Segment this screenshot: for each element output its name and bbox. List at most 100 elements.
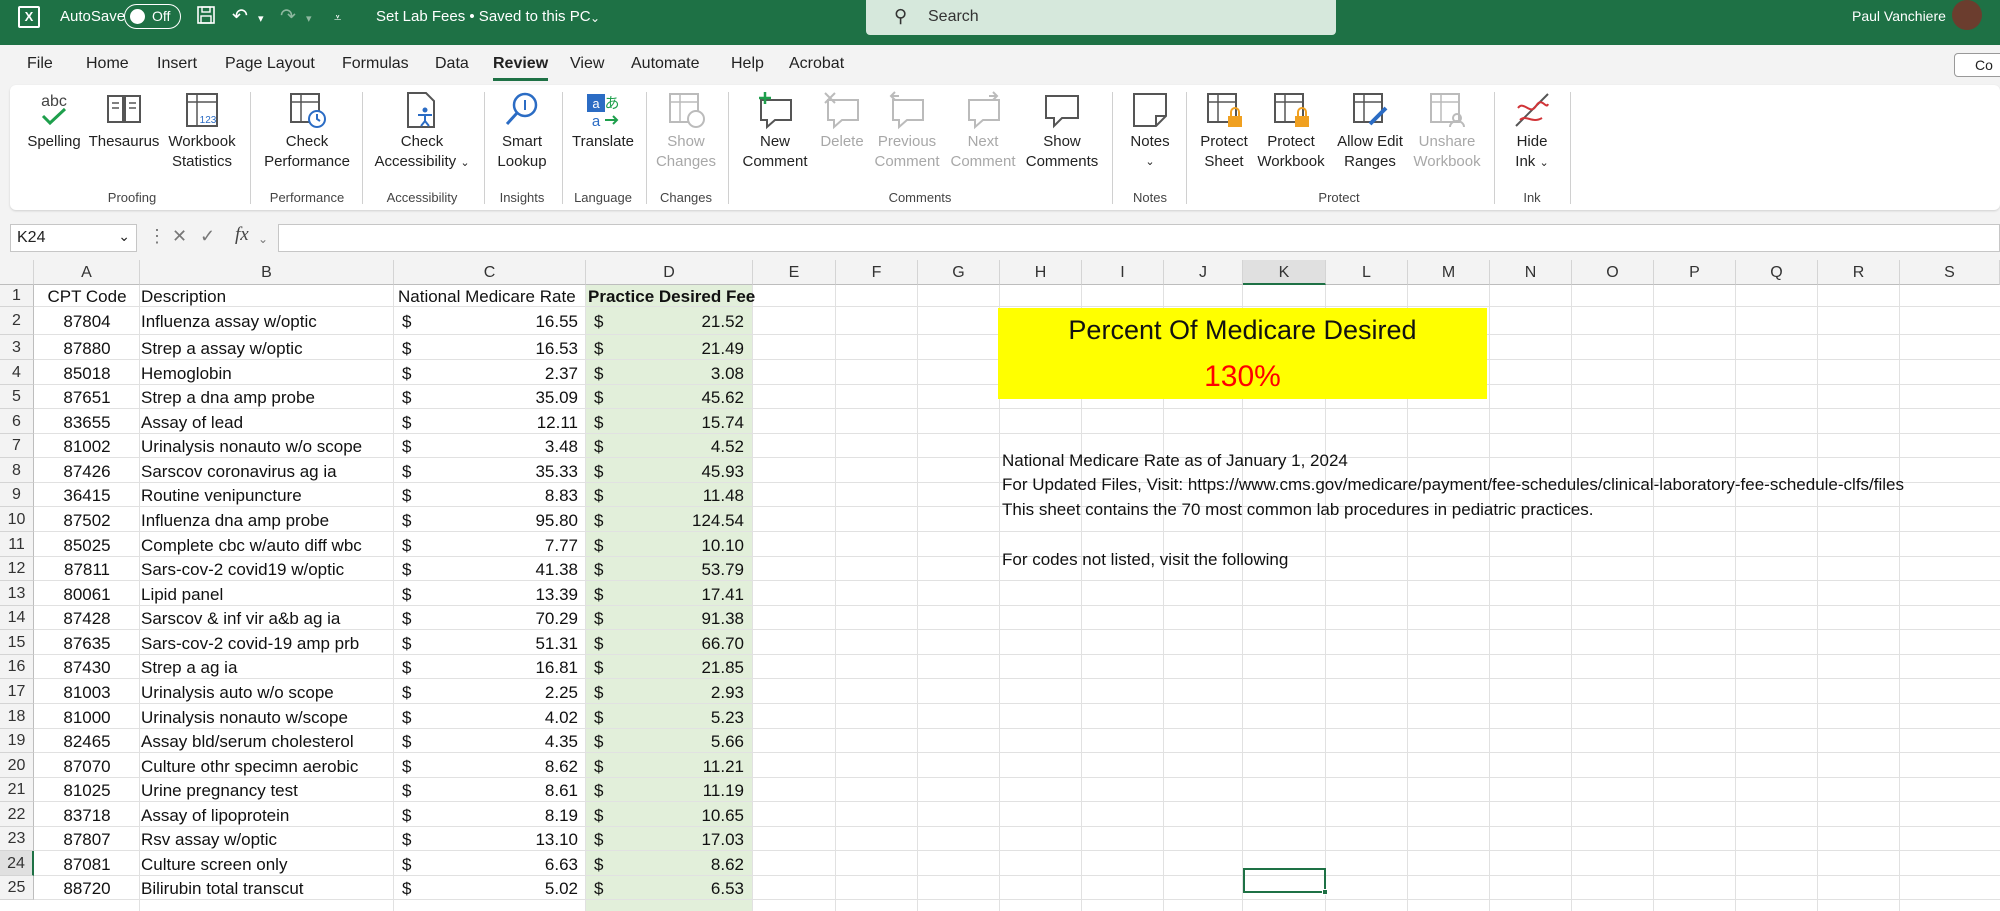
cell-rate-currency[interactable]: $ xyxy=(402,708,411,728)
column-header-a[interactable]: A xyxy=(34,260,140,285)
row-header-14[interactable]: 14 xyxy=(0,606,34,630)
cell-cpt-code[interactable]: 83718 xyxy=(34,806,140,826)
avatar[interactable] xyxy=(1952,0,1982,30)
cell-medicare-rate[interactable]: 2.25 xyxy=(420,683,578,703)
cell-cpt-code[interactable]: 87426 xyxy=(34,462,140,482)
cell-fee-currency[interactable]: $ xyxy=(594,683,603,703)
cell-desired-fee[interactable]: 2.93 xyxy=(610,683,744,703)
cell-rate-currency[interactable]: $ xyxy=(402,855,411,875)
cell-cpt-code[interactable]: 81002 xyxy=(34,437,140,457)
cell-description[interactable]: Urinalysis auto w/o scope xyxy=(141,683,334,703)
column-header-i[interactable]: I xyxy=(1082,260,1164,285)
cell-rate-currency[interactable]: $ xyxy=(402,462,411,482)
cell-cpt-code[interactable]: 83655 xyxy=(34,413,140,433)
column-header-g[interactable]: G xyxy=(918,260,1000,285)
row-header-4[interactable]: 4 xyxy=(0,360,34,385)
show-changes-button[interactable]: Show Changes xyxy=(654,90,718,172)
cell-desired-fee[interactable]: 17.03 xyxy=(610,830,744,850)
next-comment-button[interactable]: Next Comment xyxy=(950,90,1016,172)
cell-description[interactable]: Urinalysis nonauto w/o scope xyxy=(141,437,362,457)
cell-rate-currency[interactable]: $ xyxy=(402,634,411,654)
translate-button[interactable]: a あ a Translate xyxy=(570,90,636,152)
cell-description[interactable]: Hemoglobin xyxy=(141,364,232,384)
cell-fee-currency[interactable]: $ xyxy=(594,708,603,728)
cell-medicare-rate[interactable]: 70.29 xyxy=(420,609,578,629)
cell-rate-currency[interactable]: $ xyxy=(402,486,411,506)
cell-medicare-rate[interactable]: 8.61 xyxy=(420,781,578,801)
cell-rate-currency[interactable]: $ xyxy=(402,437,411,457)
cell-description[interactable]: Strep a ag ia xyxy=(141,658,237,678)
show-comments-button[interactable]: Show Comments xyxy=(1022,90,1102,172)
cell-cpt-code[interactable]: 87804 xyxy=(34,312,140,332)
note-codes-not-listed[interactable]: For codes not listed, visit the followin… xyxy=(1002,550,1288,570)
cell-medicare-rate[interactable]: 3.48 xyxy=(420,437,578,457)
cell-fee-currency[interactable]: $ xyxy=(594,560,603,580)
note-updated-files[interactable]: For Updated Files, Visit: https://www.cm… xyxy=(1002,475,1904,495)
cell-cpt-code[interactable]: 87428 xyxy=(34,609,140,629)
row-header-2[interactable]: 2 xyxy=(0,307,34,335)
row-header-3[interactable]: 3 xyxy=(0,335,34,360)
cell-desired-fee[interactable]: 11.21 xyxy=(610,757,744,777)
row-header-9[interactable]: 9 xyxy=(0,483,34,507)
row-header-13[interactable]: 13 xyxy=(0,581,34,606)
header-practice-desired-fee[interactable]: Practice Desired Fee xyxy=(588,287,755,307)
cell-desired-fee[interactable]: 45.93 xyxy=(610,462,744,482)
row-header-11[interactable]: 11 xyxy=(0,532,34,557)
cell-medicare-rate[interactable]: 12.11 xyxy=(420,413,578,433)
cell-rate-currency[interactable]: $ xyxy=(402,560,411,580)
note-rate-date[interactable]: National Medicare Rate as of January 1, … xyxy=(1002,451,1348,471)
cell-rate-currency[interactable]: $ xyxy=(402,536,411,556)
cell-description[interactable]: Assay of lead xyxy=(141,413,243,433)
cell-rate-currency[interactable]: $ xyxy=(402,830,411,850)
cell-desired-fee[interactable]: 53.79 xyxy=(610,560,744,580)
column-header-h[interactable]: H xyxy=(1000,260,1082,285)
row-header-18[interactable]: 18 xyxy=(0,704,34,729)
protect-workbook-button[interactable]: Protect Workbook xyxy=(1254,90,1328,172)
cell-cpt-code[interactable]: 87081 xyxy=(34,855,140,875)
delete-comment-button[interactable]: Delete xyxy=(814,90,870,152)
enter-icon[interactable]: ✓ xyxy=(200,226,215,247)
user-name[interactable]: Paul Vanchiere xyxy=(1852,8,1946,24)
document-title[interactable]: Set Lab Fees • Saved to this PC xyxy=(376,8,591,25)
cell-medicare-rate[interactable]: 4.35 xyxy=(420,732,578,752)
cell-fee-currency[interactable]: $ xyxy=(594,585,603,605)
cell-desired-fee[interactable]: 5.23 xyxy=(610,708,744,728)
unshare-workbook-button[interactable]: Unshare Workbook xyxy=(1410,90,1484,172)
cell-medicare-rate[interactable]: 16.81 xyxy=(420,658,578,678)
cell-rate-currency[interactable]: $ xyxy=(402,658,411,678)
cell-description[interactable]: Routine venipuncture xyxy=(141,486,302,506)
cell-desired-fee[interactable]: 91.38 xyxy=(610,609,744,629)
row-header-6[interactable]: 6 xyxy=(0,409,34,434)
cell-description[interactable]: Urinalysis nonauto w/scope xyxy=(141,708,348,728)
cell-rate-currency[interactable]: $ xyxy=(402,511,411,531)
formula-input[interactable] xyxy=(278,224,2000,252)
cell-cpt-code[interactable]: 87880 xyxy=(34,339,140,359)
cell-rate-currency[interactable]: $ xyxy=(402,806,411,826)
row-header-17[interactable]: 17 xyxy=(0,679,34,704)
tab-file[interactable]: File xyxy=(27,55,53,73)
cell-cpt-code[interactable]: 87635 xyxy=(34,634,140,654)
cell-desired-fee[interactable]: 11.19 xyxy=(610,781,744,801)
tab-insert[interactable]: Insert xyxy=(157,55,197,73)
cell-fee-currency[interactable]: $ xyxy=(594,830,603,850)
tab-automate[interactable]: Automate xyxy=(631,55,699,73)
customize-toolbar-icon[interactable]: ⩡ xyxy=(334,10,341,26)
cell-medicare-rate[interactable]: 8.62 xyxy=(420,757,578,777)
column-header-k[interactable]: K xyxy=(1243,260,1326,285)
fill-handle[interactable] xyxy=(1322,889,1328,895)
tab-home[interactable]: Home xyxy=(86,55,129,73)
column-header-o[interactable]: O xyxy=(1572,260,1654,285)
cell-cpt-code[interactable]: 88720 xyxy=(34,879,140,899)
comments-button[interactable]: Co xyxy=(1954,53,2000,77)
cell-rate-currency[interactable]: $ xyxy=(402,388,411,408)
cell-fee-currency[interactable]: $ xyxy=(594,536,603,556)
spreadsheet-grid[interactable]: ABCDEFGHIJKLMNOPQRS 1 2 3 4 5 6 7 8 9 10 11 12 13 14 1… xyxy=(0,260,2000,911)
cell-fee-currency[interactable]: $ xyxy=(594,511,603,531)
cell-desired-fee[interactable]: 5.66 xyxy=(610,732,744,752)
cell-desired-fee[interactable]: 10.65 xyxy=(610,806,744,826)
cell-medicare-rate[interactable]: 95.80 xyxy=(420,511,578,531)
cell-rate-currency[interactable]: $ xyxy=(402,312,411,332)
name-box-chevron-down-icon[interactable]: ⌄ xyxy=(118,228,130,245)
cell-fee-currency[interactable]: $ xyxy=(594,339,603,359)
column-header-p[interactable]: P xyxy=(1654,260,1736,285)
